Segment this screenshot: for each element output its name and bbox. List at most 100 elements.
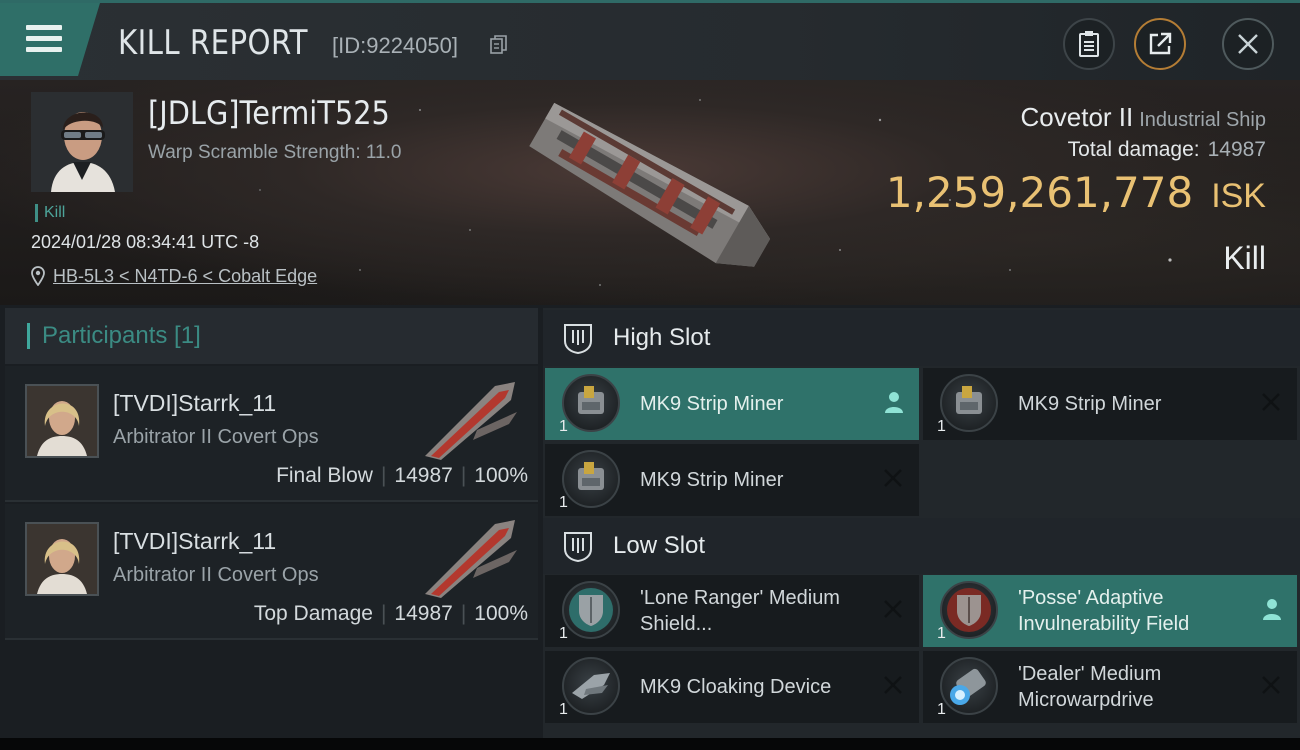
module-name: 'Lone Ranger' Medium Shield... [640, 587, 840, 635]
warp-scramble-strength: Warp Scramble Strength: 11.0 [148, 142, 402, 163]
module-card[interactable]: 1 MK9 Strip Miner [545, 368, 919, 440]
module-quantity: 1 [559, 625, 568, 642]
low-slot-label: Low Slot [613, 532, 706, 559]
victim-banner: [JDLG]TermiT525 Warp Scramble Strength: … [0, 80, 1300, 305]
module-card[interactable]: 1 'Lone Ranger' Medium Shield... [545, 575, 919, 647]
location-pin-icon [31, 266, 45, 286]
kill-datetime: 2024/01/28 08:34:41 UTC -8 [31, 232, 260, 252]
menu-button[interactable] [0, 3, 100, 76]
shield-module-icon [940, 581, 998, 639]
isk-value-row: 1,259,261,778 ISK [886, 168, 1266, 217]
module-name: 'Dealer' Medium Microwarpdrive [1018, 663, 1162, 711]
clipboard-button[interactable] [1063, 18, 1115, 70]
module-quantity: 1 [937, 625, 946, 642]
ship-name-row: Covetor II Industrial Ship [1021, 102, 1266, 133]
participant-row[interactable]: [TVDI]Starrk_11 Arbitrator II Covert Ops… [5, 504, 538, 640]
participant-name: [TVDI]Starrk_11 [113, 390, 277, 416]
total-damage-label: Total damage: [1067, 138, 1200, 161]
isk-unit: ISK [1211, 177, 1266, 215]
clipboard-icon [1079, 31, 1099, 57]
module-quantity: 1 [559, 418, 568, 435]
header-accent-bar [27, 323, 30, 349]
module-name: MK9 Strip Miner [640, 393, 784, 415]
module-name: MK9 Cloaking Device [640, 676, 832, 698]
stat-divider: | [460, 464, 467, 487]
participant-role: Top Damage [253, 602, 373, 625]
total-damage-row: Total damage: 14987 [1068, 138, 1266, 162]
result-label: Kill [1223, 240, 1266, 276]
page-title: KILL REPORT [118, 23, 308, 63]
ship-name: Covetor II [1020, 102, 1134, 132]
module-name: MK9 Strip Miner [640, 469, 784, 491]
bottom-bar [0, 738, 1300, 750]
participant-stats: Final Blow | 14987 | 100% [276, 464, 528, 488]
close-icon [1238, 34, 1258, 54]
module-quantity: 1 [937, 701, 946, 718]
participant-role: Final Blow [276, 464, 373, 487]
low-slot-header: Low Slot [543, 518, 1300, 574]
participant-avatar[interactable] [25, 384, 99, 458]
person-icon [1263, 599, 1281, 620]
kill-report-window: KILL REPORT [ID:9224050] [JDLG]TermiT525… [0, 0, 1300, 738]
isk-value: 1,259,261,778 [885, 168, 1194, 217]
destroyed-x-icon [1262, 676, 1280, 694]
strip-miner-icon [562, 450, 620, 508]
person-icon [885, 392, 903, 413]
top-bar: KILL REPORT [ID:9224050] [0, 0, 1300, 83]
destroyed-x-icon [884, 676, 902, 694]
destroyed-x-icon [884, 469, 902, 487]
strip-miner-icon [562, 374, 620, 432]
module-quantity: 1 [559, 701, 568, 718]
close-button[interactable] [1222, 18, 1274, 70]
share-icon [1149, 32, 1172, 55]
low-slot-icon [564, 532, 592, 563]
attacker-portrait-image [27, 524, 97, 594]
participant-avatar[interactable] [25, 522, 99, 596]
participants-header: Participants [1] [5, 308, 538, 364]
microwarpdrive-icon [940, 657, 998, 715]
high-slot-header: High Slot [543, 310, 1300, 366]
module-name: 'Posse' Adaptive Invulnerability Field [1018, 587, 1190, 635]
report-id: [ID:9224050] [332, 33, 458, 58]
location-link[interactable]: HB-5L3 < N4TD-6 < Cobalt Edge [31, 264, 317, 288]
destroyed-x-icon [1262, 393, 1280, 411]
total-damage-value: 14987 [1207, 138, 1266, 161]
pilot-portrait-image [31, 92, 133, 192]
participant-damage: 14987 [394, 464, 453, 487]
stat-divider: | [380, 602, 387, 625]
strip-miner-icon [940, 374, 998, 432]
victim-portrait[interactable] [31, 92, 133, 192]
copy-icon[interactable] [490, 35, 508, 55]
share-button[interactable] [1134, 18, 1186, 70]
module-name: MK9 Strip Miner [1018, 393, 1162, 415]
module-card[interactable]: 1 MK9 Strip Miner [545, 444, 919, 516]
shield-module-icon [562, 581, 620, 639]
victim-ship-image[interactable] [505, 92, 795, 282]
destroyed-x-icon [884, 600, 902, 618]
module-quantity: 1 [559, 494, 568, 511]
participants-title: Participants [1] [42, 322, 201, 349]
menu-icon [26, 25, 62, 53]
participant-stats: Top Damage | 14987 | 100% [254, 602, 528, 626]
stat-divider: | [460, 602, 467, 625]
module-card[interactable]: 1 'Posse' Adaptive Invulnerability Field [923, 575, 1297, 647]
participant-row[interactable]: [TVDI]Starrk_11 Arbitrator II Covert Ops… [5, 366, 538, 502]
module-card[interactable]: 1 MK9 Strip Miner [923, 368, 1297, 440]
participant-ship-image [425, 520, 517, 598]
module-card[interactable]: 1 MK9 Cloaking Device [545, 651, 919, 723]
attacker-portrait-image [27, 386, 97, 456]
high-slot-icon [564, 324, 592, 355]
location-text: HB-5L3 < N4TD-6 < Cobalt Edge [53, 265, 318, 286]
stat-divider: | [380, 464, 387, 487]
victim-name: [JDLG]TermiT525 [148, 94, 390, 132]
participant-ship: Arbitrator II Covert Ops [113, 426, 319, 448]
module-card[interactable]: 1 'Dealer' Medium Microwarpdrive [923, 651, 1297, 723]
participant-percent: 100% [474, 464, 528, 487]
participant-ship: Arbitrator II Covert Ops [113, 564, 319, 586]
cloaking-device-icon [562, 657, 620, 715]
participant-percent: 100% [474, 602, 528, 625]
ship-class: Industrial Ship [1139, 109, 1266, 131]
high-slot-label: High Slot [613, 324, 711, 351]
participant-ship-image [425, 382, 517, 460]
participant-name: [TVDI]Starrk_11 [113, 528, 277, 554]
